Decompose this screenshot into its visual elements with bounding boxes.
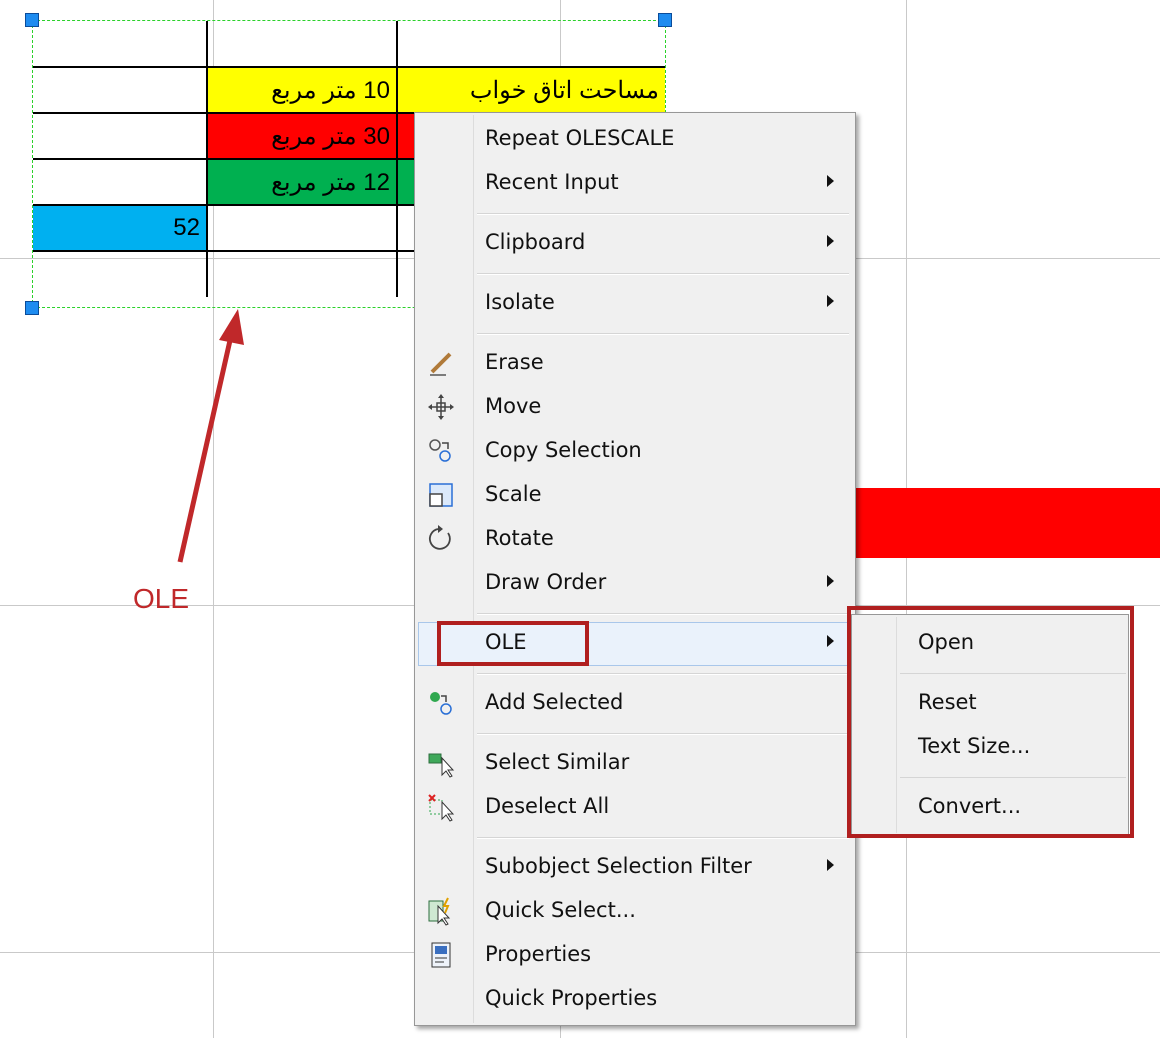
scale-icon [426,480,456,510]
menu-separator [477,733,849,735]
menu-item-rotate[interactable]: Rotate [418,517,852,561]
menu-item-quick-select[interactable]: Quick Select... [418,889,852,933]
submenu-arrow-icon [827,295,834,307]
annotation-ole-label: OLE [133,583,190,614]
menu-item-select-similar[interactable]: Select Similar [418,741,852,785]
add-selected-icon [426,688,456,718]
menu-item-label: Draw Order [485,570,607,594]
menu-item-label: Select Similar [485,750,630,774]
menu-separator [477,213,849,215]
menu-separator [477,333,849,335]
menu-separator [477,673,849,675]
menu-item-label: Erase [485,350,544,374]
menu-separator [477,273,849,275]
menu-item-add-selected[interactable]: Add Selected [418,681,852,725]
menu-separator [477,613,849,615]
menu-item-properties[interactable]: Properties [418,933,852,977]
menu-item-erase[interactable]: Erase [418,341,852,385]
menu-item-label: Deselect All [485,794,610,818]
menu-item-label: Quick Select... [485,898,636,922]
menu-item-recent-input[interactable]: Recent Input [418,161,852,205]
eraser-icon [426,348,456,378]
submenu-arrow-icon [827,635,834,647]
menu-item-label: Subobject Selection Filter [485,854,752,878]
menu-item-label: Quick Properties [485,986,658,1010]
copy-icon [426,436,456,466]
menu-item-label: Move [485,394,542,418]
submenu-arrow-icon [827,175,834,187]
move-icon [426,392,456,422]
menu-item-draw-order[interactable]: Draw Order [418,561,852,605]
menu-item-label: Recent Input [485,170,619,194]
menu-item-label: Clipboard [485,230,586,254]
annotation-highlight-ole-submenu [847,606,1134,838]
menu-item-label: Rotate [485,526,554,550]
submenu-arrow-icon [827,235,834,247]
submenu-arrow-icon [827,575,834,587]
menu-separator [477,837,849,839]
menu-item-label: Repeat OLESCALE [485,126,675,150]
menu-item-label: Isolate [485,290,555,314]
select-similar-icon [426,748,456,778]
menu-item-clipboard[interactable]: Clipboard [418,221,852,265]
menu-item-label: Add Selected [485,690,624,714]
context-menu: Repeat OLESCALE Recent Input Clipboard I… [414,112,856,1026]
menu-item-quick-properties[interactable]: Quick Properties [418,977,852,1021]
menu-item-copy-selection[interactable]: Copy Selection [418,429,852,473]
menu-item-label: Properties [485,942,592,966]
deselect-all-icon [426,792,456,822]
menu-item-subobject-selection-filter[interactable]: Subobject Selection Filter [418,845,852,889]
menu-item-isolate[interactable]: Isolate [418,281,852,325]
rotate-icon [426,524,456,554]
annotation-highlight-ole-item [437,621,589,666]
menu-item-deselect-all[interactable]: Deselect All [418,785,852,829]
menu-item-scale[interactable]: Scale [418,473,852,517]
properties-icon [426,940,456,970]
menu-item-move[interactable]: Move [418,385,852,429]
menu-item-label: Scale [485,482,542,506]
submenu-arrow-icon [827,859,834,871]
quick-select-icon [426,896,456,926]
menu-item-repeat-olescale[interactable]: Repeat OLESCALE [418,117,852,161]
menu-item-label: Copy Selection [485,438,642,462]
